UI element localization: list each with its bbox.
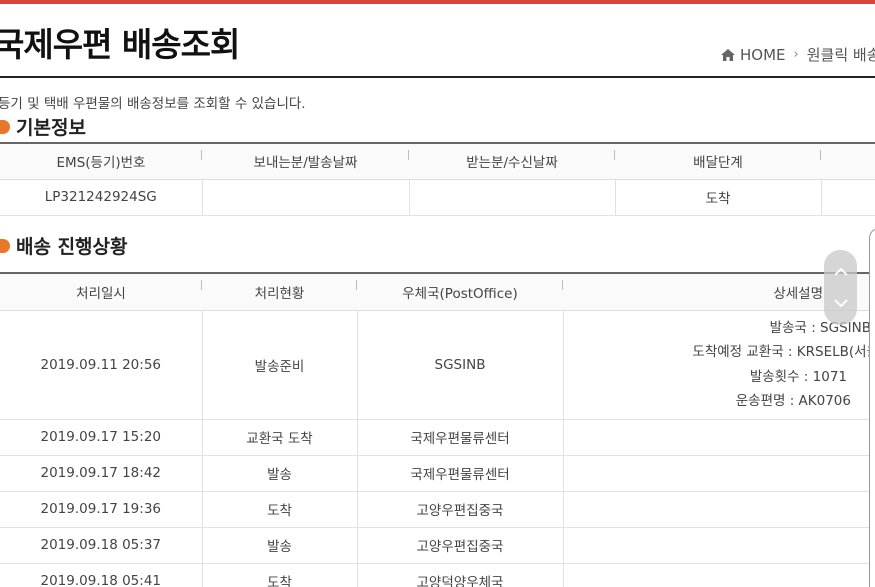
status-cell: 발송 (202, 527, 358, 564)
column-header: 보내는분/발송날짜 (202, 143, 409, 180)
detail-cell: 발송국 : SGSINB 도착예정 교환국 : KRSELB(서울 발송횟수 :… (563, 310, 875, 420)
receiver-cell (409, 179, 616, 216)
table-row: 2019.09.11 20:56 발송준비 SGSINB 발송국 : SGSIN… (0, 310, 875, 420)
chevron-right-icon: › (793, 47, 799, 62)
section-bullet-icon (0, 238, 10, 253)
column-header: EMS(등기)번호 (0, 143, 202, 180)
table-row: 2019.09.17 18:42 발송 국제우편물류센터 (0, 455, 875, 492)
top-accent-line (0, 0, 875, 4)
title-divider (0, 76, 875, 78)
table-row: 2019.09.18 05:41 도착 고양덕양우체국 (0, 563, 875, 587)
column-header-empty (821, 143, 875, 180)
column-header: 처리일시 (0, 273, 202, 311)
empty-cell (821, 179, 875, 216)
datetime-cell: 2019.09.18 05:37 (0, 527, 203, 564)
office-cell: 고양우편집중국 (357, 491, 564, 528)
status-cell: 발송 (202, 455, 358, 492)
side-panel-edge (869, 228, 875, 587)
section-bullet-icon (0, 119, 10, 134)
section-title-progress: 배송 진행상황 (0, 232, 128, 259)
section-title-label: 기본정보 (16, 117, 86, 139)
detail-cell (563, 527, 875, 564)
section-title-label: 배송 진행상황 (16, 236, 128, 258)
status-cell: 도착 (202, 491, 358, 528)
column-header: 처리현황 (202, 273, 357, 311)
page-title: 국제우편 배송조회 (0, 25, 240, 64)
table-row: 2019.09.18 05:37 발송 고양우편집중국 (0, 527, 875, 564)
office-cell: 국제우편물류센터 (357, 419, 564, 456)
office-cell: 국제우편물류센터 (357, 455, 564, 492)
breadcrumb: HOME › 원클릭 배송조 (720, 44, 875, 65)
office-cell: 고양우편집중국 (357, 527, 564, 564)
datetime-cell: 2019.09.18 05:41 (0, 563, 203, 587)
sender-cell (202, 179, 410, 216)
column-header: 우체국(PostOffice) (357, 273, 563, 311)
basic-info-table: EMS(등기)번호 보내는분/발송날짜 받는분/수신날짜 배달단계 LP3212… (0, 142, 875, 216)
breadcrumb-current[interactable]: 원클릭 배송조 (807, 44, 875, 65)
column-header: 배달단계 (615, 143, 821, 180)
detail-cell (563, 419, 875, 456)
detail-cell (563, 563, 875, 587)
office-cell: 고양덕양우체국 (357, 563, 564, 587)
datetime-cell: 2019.09.17 19:36 (0, 491, 203, 528)
delivery-stage: 도착 (615, 179, 822, 216)
tracking-number: LP321242924SG (0, 179, 203, 216)
detail-cell (563, 455, 875, 492)
datetime-cell: 2019.09.17 18:42 (0, 455, 203, 492)
scroll-buttons[interactable] (824, 250, 857, 325)
table-header-row: EMS(등기)번호 보내는분/발송날짜 받는분/수신날짜 배달단계 (0, 143, 875, 180)
table-row: 2019.09.17 15:20 교환국 도착 국제우편물류센터 (0, 419, 875, 456)
table-row: LP321242924SG 도착 (0, 179, 875, 216)
table-row: 2019.09.17 19:36 도착 고양우편집중국 (0, 491, 875, 528)
detail-cell (563, 491, 875, 528)
table-header-row: 처리일시 처리현황 우체국(PostOffice) 상세설명 (0, 273, 875, 311)
status-cell: 발송준비 (202, 310, 358, 420)
detail-line: 운송편명 : AK0706 (735, 393, 851, 409)
datetime-cell: 2019.09.11 20:56 (0, 310, 203, 420)
status-cell: 도착 (202, 563, 358, 587)
home-icon[interactable] (720, 48, 736, 62)
chevron-up-icon[interactable] (833, 267, 849, 277)
chevron-down-icon[interactable] (833, 298, 849, 308)
progress-table: 처리일시 처리현황 우체국(PostOffice) 상세설명 2019.09.1… (0, 272, 875, 587)
column-header: 받는분/수신날짜 (409, 143, 615, 180)
breadcrumb-home[interactable]: HOME (740, 46, 786, 64)
datetime-cell: 2019.09.17 15:20 (0, 419, 203, 456)
detail-line: 발송국 : SGSINB (769, 319, 871, 336)
detail-line: 발송횟수 : 1071 (749, 368, 847, 385)
office-cell: SGSINB (357, 310, 564, 420)
intro-text: 등기 및 택배 우편물의 배송정보를 조회할 수 있습니다. (0, 96, 306, 112)
section-title-basic-info: 기본정보 (0, 113, 86, 140)
status-cell: 교환국 도착 (202, 419, 358, 456)
detail-line: 도착예정 교환국 : KRSELB(서울 (692, 344, 875, 360)
